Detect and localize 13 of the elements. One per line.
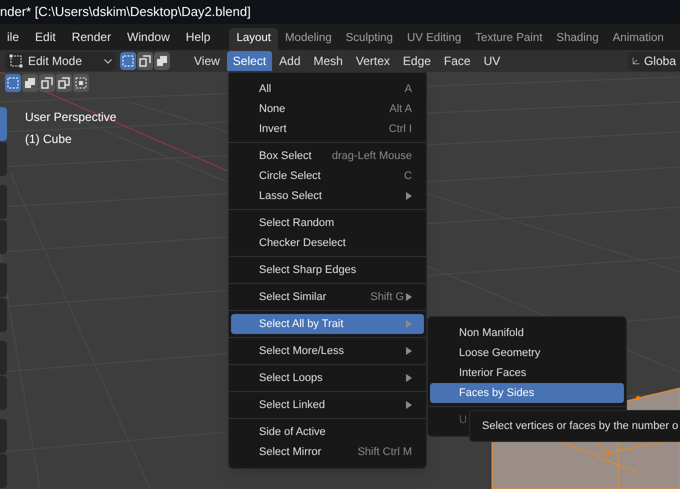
window-title: nder* [C:\Users\dskim\Desktop\Day2.blend] <box>0 3 251 22</box>
shortcut-label: drag-Left Mouse <box>332 148 412 164</box>
shortcut-label: Ctrl I <box>388 122 412 137</box>
shortcut-label: Shift G <box>370 290 404 305</box>
shortcut-label: Shift Ctrl M <box>358 444 412 460</box>
shortcut-label: Alt A <box>389 102 412 117</box>
object-name: (1) Cube <box>25 131 73 148</box>
tooltip-text: Select vertices or faces by the number o <box>482 418 678 434</box>
shortcut-label: A <box>404 82 412 97</box>
shortcut-label: C <box>404 168 412 184</box>
transform-label: Globa <box>644 53 676 70</box>
view-name: User Perspective <box>25 109 116 126</box>
mode-label: Edit Mode <box>28 53 84 70</box>
